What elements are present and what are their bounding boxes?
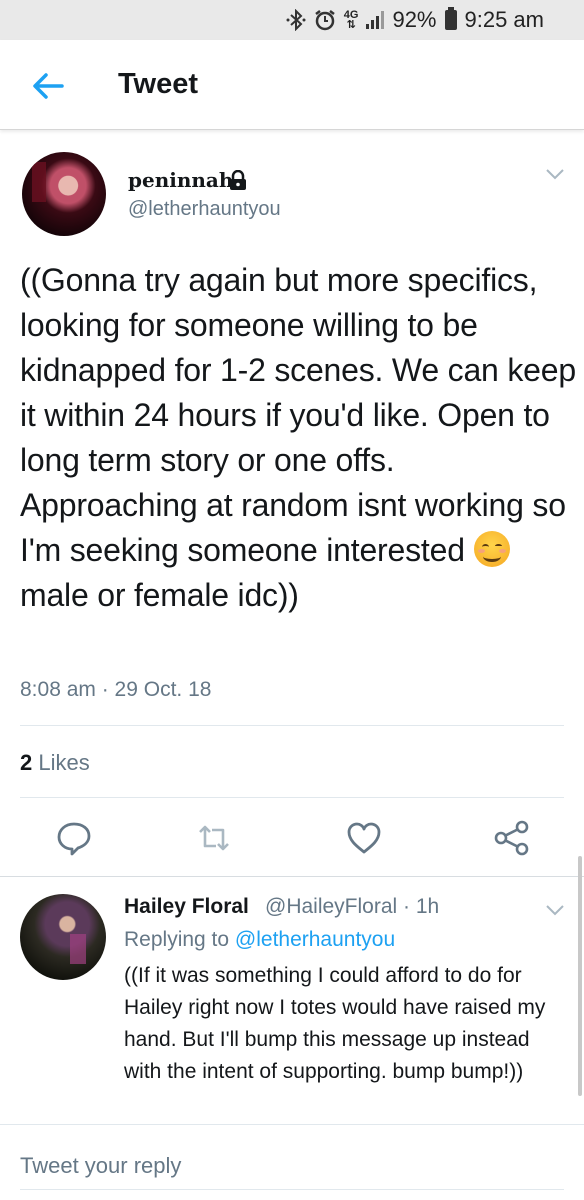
reply-input[interactable] <box>20 1151 564 1181</box>
arrow-left-icon <box>33 73 64 99</box>
network-type-icon: 4G ⇅ <box>343 9 359 31</box>
reply-author-meta[interactable]: @HaileyFloral · 1h <box>265 895 439 919</box>
tweet-text: ((Gonna try again but more specifics, lo… <box>20 258 576 618</box>
app-header: Tweet <box>0 40 584 130</box>
tweet-text-part2: male or female idc)) <box>20 577 299 613</box>
chevron-down-icon[interactable] <box>545 167 565 181</box>
divider <box>20 797 564 798</box>
network-type-label: 4G <box>343 9 359 21</box>
replying-to-prefix: Replying to <box>124 928 235 951</box>
heart-icon[interactable] <box>344 818 384 858</box>
reply-text: ((If it was something I could afford to … <box>124 964 546 1083</box>
bluetooth-icon <box>286 9 306 31</box>
likes-count: 2 <box>20 750 33 775</box>
reply-input-underline <box>20 1189 564 1190</box>
status-time: 9:25 am <box>464 7 545 32</box>
likes-label: Likes <box>32 750 90 775</box>
likes-count-link[interactable]: 2 Likes <box>20 750 90 776</box>
author-name[interactable]: peninnah <box>128 168 233 192</box>
divider <box>20 725 564 726</box>
signal-icon <box>366 11 385 29</box>
author-handle[interactable]: @letherhauntyou <box>128 198 281 221</box>
author-avatar[interactable] <box>22 152 106 236</box>
reply-author-name[interactable]: Hailey Floral <box>124 895 249 919</box>
tweet-text-part1: ((Gonna try again but more specifics, lo… <box>20 262 576 568</box>
replying-to-mention[interactable]: @letherhauntyou <box>235 928 395 951</box>
retweet-icon[interactable] <box>194 818 234 858</box>
divider <box>0 876 584 877</box>
reply-author-avatar[interactable] <box>20 894 106 980</box>
status-bar: 4G ⇅ 92% 9:25 am <box>0 0 584 40</box>
chevron-down-icon[interactable] <box>545 903 565 917</box>
share-icon[interactable] <box>492 818 532 858</box>
alarm-icon <box>314 9 336 31</box>
lock-icon <box>230 170 246 190</box>
page-title: Tweet <box>118 68 199 100</box>
battery-icon <box>444 7 457 30</box>
smiling-face-emoji <box>473 531 510 567</box>
reply-compose-bar <box>0 1124 584 1200</box>
back-button[interactable] <box>30 68 66 104</box>
replying-to: Replying to @letherhauntyou <box>124 928 395 952</box>
battery-percent: 92% <box>392 7 437 32</box>
tweet-timestamp: 8:08 am · 29 Oct. 18 <box>20 678 212 701</box>
scrollbar[interactable] <box>578 856 582 1096</box>
reply-icon[interactable] <box>54 818 94 858</box>
